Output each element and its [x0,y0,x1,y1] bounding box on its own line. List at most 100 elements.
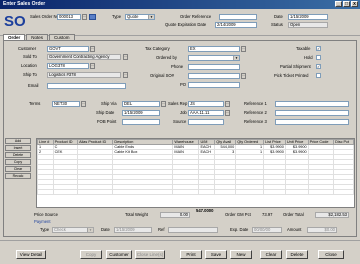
add-line-button[interactable]: Add [5,138,31,144]
po-label: PO [180,82,187,87]
order-ref-field[interactable] [219,14,257,20]
new-button[interactable]: New [230,250,252,259]
order-no-field[interactable]: 000013 [57,14,81,20]
location-label: Location [21,63,37,68]
total-qty-ordered: 547.0000 [196,208,214,213]
price-source-label: Price Source [34,212,58,217]
print-button[interactable]: Print [180,250,202,259]
minimize-button[interactable]: _ [335,1,342,7]
reference2-field[interactable] [275,110,349,116]
navigate-icon[interactable] [89,14,96,20]
ship-via-label: Ship Via [101,101,117,106]
job-label: Job [180,110,187,115]
order-total-field: $2,182.53 [315,212,349,218]
ship-via-lookup-button[interactable]: … [161,101,166,107]
amount-label: Amount [287,227,302,232]
exp-date-label: Exp. Date [230,227,249,232]
clear-button[interactable]: Clear [260,250,282,259]
tax-category-label: Tax Category [145,46,170,51]
location-lookup-button[interactable]: … [90,63,95,69]
partial-shipment-checkbox[interactable]: ✓ [316,64,321,69]
order-no-label: Sales Order No [30,14,59,19]
ordered-by-select[interactable] [188,55,240,61]
order-ref-label: Order Reference [180,14,212,19]
quote-exp-field[interactable]: 2/14/2009 [215,22,257,28]
pay-ref-field[interactable] [168,227,218,233]
pay-date-label: Date [101,227,110,232]
pay-type-label: Type [40,227,50,232]
delete-button[interactable]: Delete [286,250,308,259]
source-field[interactable] [188,119,224,125]
save-button[interactable]: Save [205,250,227,259]
copy-button[interactable]: Copy [80,250,102,259]
sold-to-label: Sold To [23,54,37,59]
reference3-field[interactable] [275,119,349,125]
reference1-field[interactable] [275,101,349,107]
location-field[interactable]: LOG378 [47,63,89,69]
email-field[interactable] [47,83,126,89]
recalc-button[interactable]: Recalc [5,173,31,179]
email-label: Email [28,83,39,88]
delete-line-button[interactable]: Delete [5,152,31,158]
phone-field[interactable] [188,64,240,70]
job-field[interactable]: AAA.11.11 [188,110,224,116]
sales-rep-field[interactable]: JS [188,101,224,107]
source-label: Source [173,119,187,124]
hold-label: Hold [304,55,313,60]
close-button[interactable]: Close [318,250,344,259]
original-so-field[interactable] [188,73,240,79]
terms-label: Terms [29,101,41,106]
customer-button[interactable]: Customer [106,250,132,259]
partial-shipment-label: Partial Shipment [280,64,311,69]
hold-checkbox[interactable] [316,55,321,60]
pick-ticket-label: Pick Ticket Printed [274,73,309,78]
table-row[interactable] [37,189,354,195]
sold-to-button[interactable]: … [123,54,128,60]
insert-line-button[interactable]: Insert [5,145,31,151]
taxable-label: Taxable [296,46,311,51]
terms-lookup-button[interactable]: … [81,101,86,107]
copy-line-button[interactable]: Copy [5,159,31,165]
ship-date-field[interactable]: 1/15/2009 [122,110,160,116]
tax-category-lookup-button[interactable]: … [241,46,246,52]
order-gm-value: 73.97 [262,212,273,217]
ship-date-label: Ship Date [96,110,115,115]
clear-lines-button[interactable]: Clear [5,166,31,172]
terms-field[interactable]: NET30 [52,101,80,107]
total-weight-field: 0.00 [160,212,190,218]
original-so-lookup-button[interactable]: … [241,73,246,79]
sales-rep-lookup-button[interactable]: … [225,101,230,107]
phone-label: Phone [171,64,184,69]
payment-label: Payment [34,219,51,224]
ship-to-button[interactable]: … [123,72,128,78]
tax-category-field[interactable]: EX [188,46,240,52]
window-title: Enter Sales Order [3,1,46,7]
order-lookup-button[interactable]: … [82,14,87,20]
close-window-button[interactable]: x [351,1,358,7]
sold-to-field: Government Contracting Agency [47,54,121,60]
po-field[interactable] [188,82,240,88]
maximize-button[interactable]: □ [343,1,350,7]
sales-order-logo: SO [4,13,26,30]
fob-field[interactable] [122,119,160,125]
customer-field[interactable]: GOVT [47,46,89,52]
pay-type-select[interactable]: Check [52,227,94,233]
amount-field[interactable]: $0.00 [307,227,337,233]
close-lines-button[interactable]: Close Line(s) [135,250,165,259]
pay-ref-label: Ref [158,227,165,232]
job-lookup-button[interactable]: … [225,110,230,116]
type-select[interactable]: Quote [125,14,155,20]
customer-lookup-button[interactable]: … [90,46,95,52]
line-buttons: Add Insert Delete Copy Clear Recalc [5,138,35,180]
exp-date-field[interactable]: 00/00/00 [252,227,282,233]
status-label: Status [271,22,283,27]
pay-date-field[interactable]: 1/15/2009 [114,227,152,233]
taxable-checkbox[interactable]: ✓ [316,46,321,51]
type-label: Type [112,14,122,19]
date-field[interactable]: 1/15/2009 [288,14,328,20]
view-detail-button[interactable]: View Detail [16,250,46,259]
ship-via-field[interactable]: DEL [122,101,160,107]
reference3-label: Reference 3 [244,119,267,124]
line-items-grid[interactable]: Line # Product ID Alias Product ID Descr… [36,138,355,208]
pick-ticket-checkbox[interactable] [316,73,321,78]
